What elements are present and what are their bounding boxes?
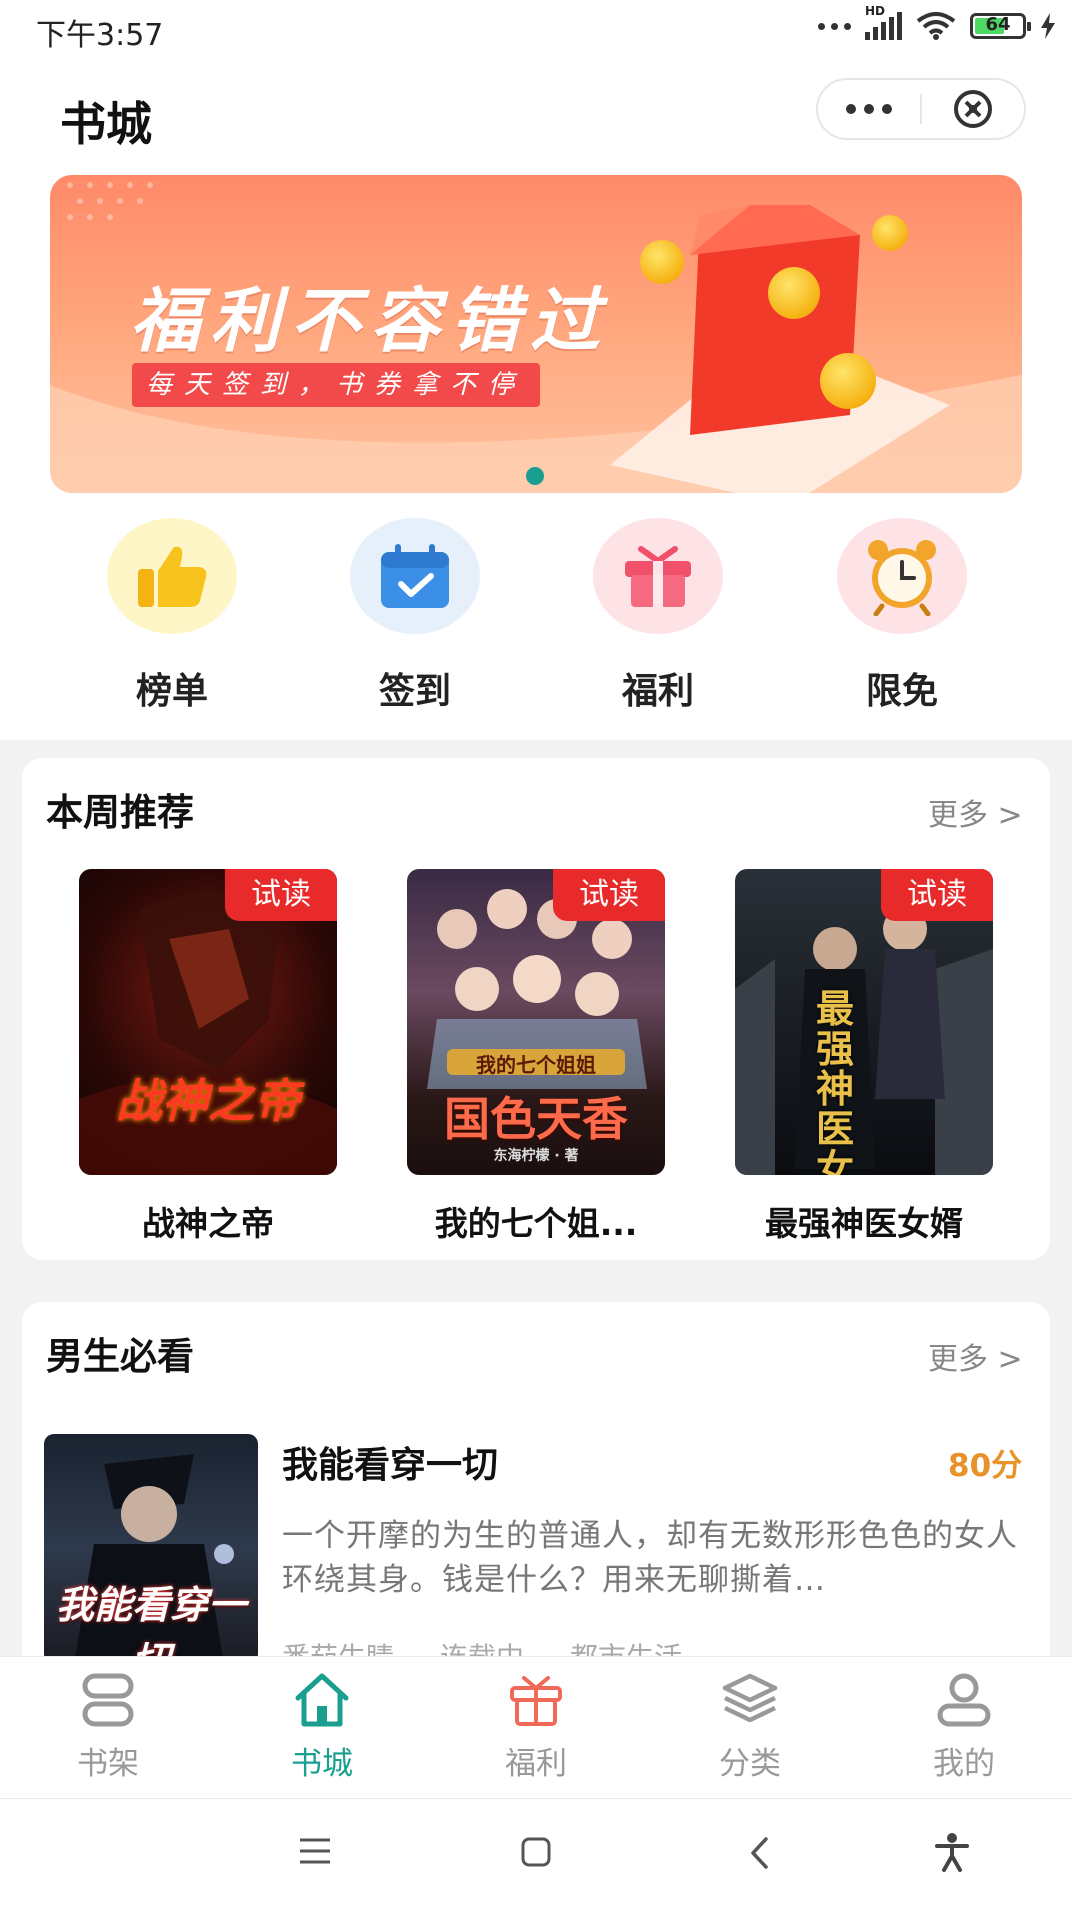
book-cover: 我的七个姐姐 国色天香 东海柠檬 · 著 试读 (407, 869, 665, 1175)
book-title[interactable]: 我能看穿一切 (282, 1436, 498, 1488)
wifi-icon (916, 12, 956, 40)
coin-icon (768, 267, 820, 319)
back-icon[interactable] (748, 1836, 772, 1870)
tab-bookshelf[interactable]: 书架 (28, 1672, 188, 1783)
book-cover: 战神之帝 试读 (79, 869, 337, 1175)
book-title: 我的七个姐... (434, 1204, 638, 1243)
close-circle-icon (954, 90, 992, 128)
trial-read-badge: 试读 (553, 869, 665, 921)
charging-icon (1041, 13, 1055, 39)
tab-category[interactable]: 分类 (670, 1672, 830, 1783)
gift-icon (510, 1676, 562, 1726)
entry-checkin[interactable]: 签到 (335, 518, 495, 714)
bookshelf-icon (82, 1673, 134, 1727)
battery-icon: 64 (970, 13, 1031, 39)
coin-icon (872, 215, 908, 251)
thumbs-up-icon (107, 518, 237, 634)
status-time: 下午3:57 (36, 18, 164, 53)
book-score: 80分 (948, 1448, 1023, 1484)
page-title: 书城 (60, 97, 152, 151)
home-square-icon[interactable] (520, 1836, 552, 1868)
promo-banner[interactable]: 福利不容错过 每天签到，书券拿不停 (50, 175, 1022, 493)
entry-ranking[interactable]: 榜单 (92, 518, 252, 714)
gift-icon (593, 518, 723, 634)
more-options-button[interactable] (818, 80, 920, 138)
user-icon (937, 1673, 991, 1727)
trial-read-badge: 试读 (225, 869, 337, 921)
book-card[interactable]: 战神之帝 试读 战神之帝 (79, 869, 337, 1245)
home-icon (295, 1673, 349, 1727)
book-card[interactable]: 最强神医女婿 试读 最强神医女婿 (735, 869, 993, 1245)
entry-free[interactable]: 限免 (822, 518, 982, 714)
carousel-indicator (526, 467, 544, 485)
coin-icon (820, 353, 876, 409)
trial-read-badge: 试读 (881, 869, 993, 921)
signal-icon: HD (865, 4, 902, 40)
banner-subtitle: 每天签到，书券拿不停 (132, 363, 541, 407)
coin-icon (640, 240, 684, 284)
boys-more-link[interactable]: 更多 > (928, 1334, 1023, 1378)
book-cover: 最强神医女婿 试读 (735, 869, 993, 1175)
calendar-check-icon (350, 518, 480, 634)
section-title: 男生必看 (46, 1335, 194, 1378)
book-title: 最强神医女婿 (765, 1204, 963, 1243)
miniapp-capsule (816, 78, 1026, 140)
tab-bookstore[interactable]: 书城 (242, 1672, 402, 1783)
status-icons: HD 64 (818, 4, 1056, 40)
tab-mine[interactable]: 我的 (884, 1672, 1044, 1783)
banner-title: 福利不容错过 (130, 280, 610, 362)
book-description: 一个开摩的为生的普通人，却有无数形形色色的女人环绕其身。钱是什么？用来无聊撕着… (282, 1518, 1018, 1598)
book-cover[interactable]: 我能看穿一切 (44, 1434, 258, 1664)
book-title: 战神之帝 (142, 1204, 274, 1243)
menu-icon[interactable] (298, 1836, 332, 1866)
section-title: 本周推荐 (46, 791, 194, 834)
entry-welfare[interactable]: 福利 (578, 518, 738, 714)
close-miniapp-button[interactable] (922, 80, 1024, 138)
weekly-more-link[interactable]: 更多 > (928, 790, 1023, 834)
accessibility-icon[interactable] (934, 1832, 970, 1872)
layers-icon (722, 1673, 778, 1723)
book-card[interactable]: 我的七个姐姐 国色天香 东海柠檬 · 著 试读 我的七个姐... (407, 869, 665, 1245)
more-dots-icon (818, 22, 851, 30)
battery-level: 64 (985, 14, 1011, 35)
alarm-clock-icon (837, 518, 967, 634)
tab-welfare[interactable]: 福利 (456, 1672, 616, 1783)
more-dots-icon (846, 104, 892, 114)
